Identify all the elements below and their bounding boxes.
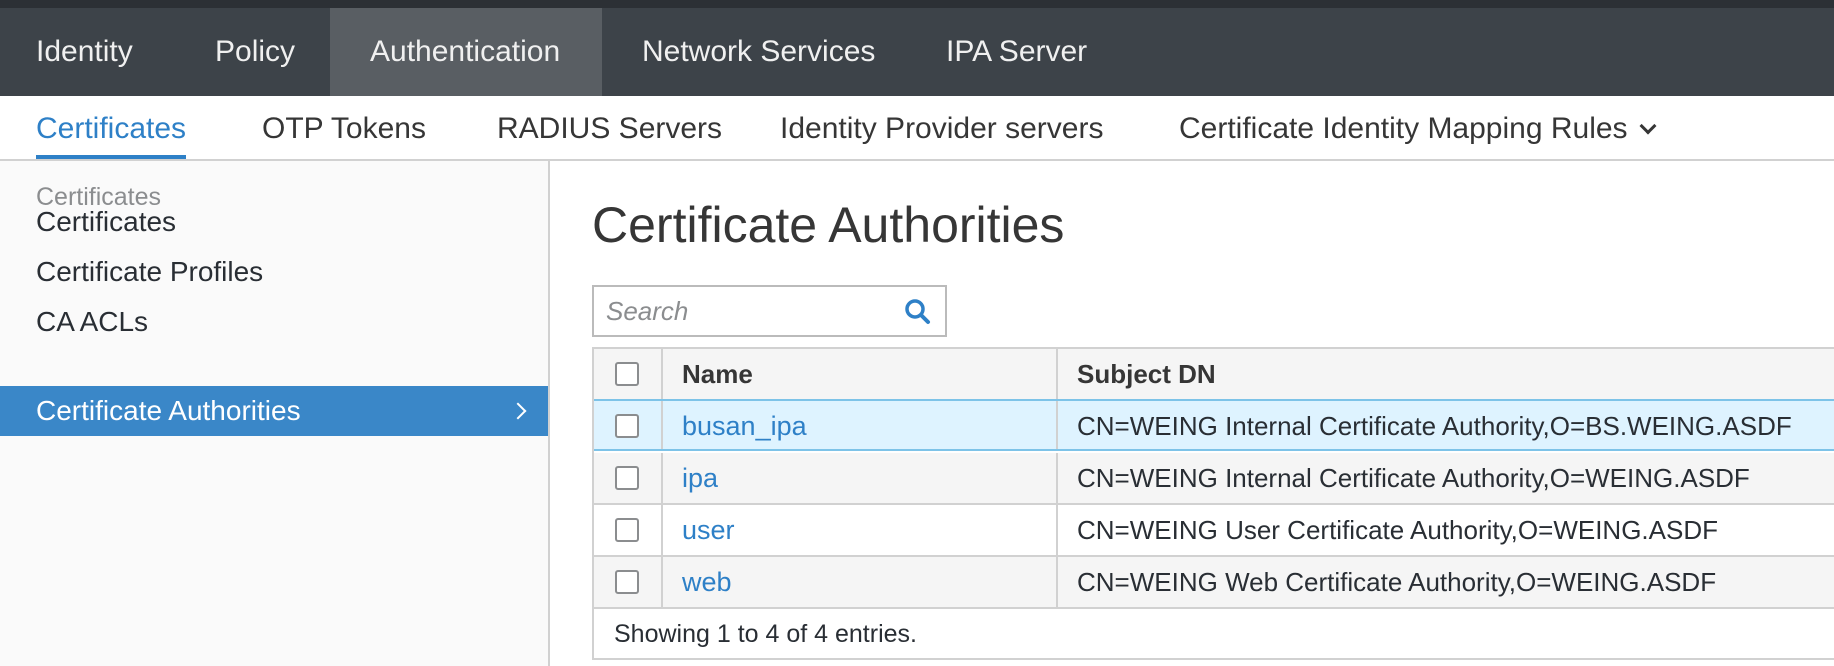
table-header: Name Subject DN: [594, 349, 1834, 401]
topnav-authentication[interactable]: Authentication: [330, 8, 602, 96]
table-row[interactable]: busan_ipa CN=WEING Internal Certificate …: [594, 399, 1834, 451]
ca-subject-dn: CN=WEING Web Certificate Authority,O=WEI…: [1077, 567, 1717, 597]
column-divider: [661, 505, 663, 555]
subnav-radius-servers[interactable]: RADIUS Servers: [497, 96, 722, 159]
sidebar-item-certificates[interactable]: Certificates: [0, 197, 548, 247]
chevron-down-icon: [1639, 117, 1657, 135]
table-footer-summary: Showing 1 to 4 of 4 entries.: [614, 620, 917, 648]
ca-name-link[interactable]: busan_ipa: [682, 401, 807, 451]
row-checkbox[interactable]: [615, 570, 639, 594]
ca-name-link[interactable]: user: [682, 505, 735, 555]
topnav-ipa-server[interactable]: IPA Server: [946, 8, 1087, 96]
page-title: Certificate Authorities: [592, 197, 1065, 253]
row-checkbox[interactable]: [615, 466, 639, 490]
search-box: [592, 285, 947, 337]
ca-subject-dn: CN=WEING Internal Certificate Authority,…: [1077, 463, 1750, 493]
sidebar: Certificates Certificates Certificate Pr…: [0, 161, 550, 666]
column-header-subject-dn[interactable]: Subject DN: [1077, 349, 1216, 399]
sidebar-item-certificate-authorities[interactable]: Certificate Authorities: [0, 386, 548, 436]
certificate-authorities-table: Name Subject DN busan_ipa CN=WEING Inter…: [592, 347, 1834, 660]
subnav-mapping-rules-label: Certificate Identity Mapping Rules: [1179, 112, 1628, 145]
table-row[interactable]: user CN=WEING User Certificate Authority…: [594, 505, 1834, 557]
subnav-certificate-identity-mapping-rules[interactable]: Certificate Identity Mapping Rules: [1179, 96, 1657, 159]
search-input[interactable]: [594, 287, 894, 335]
chevron-right-icon: [509, 402, 527, 420]
sub-navigation: Certificates OTP Tokens RADIUS Servers I…: [0, 96, 1834, 161]
column-divider: [1056, 557, 1058, 607]
topnav-network-services[interactable]: Network Services: [642, 8, 875, 96]
column-header-name[interactable]: Name: [682, 349, 753, 399]
table-row[interactable]: web CN=WEING Web Certificate Authority,O…: [594, 557, 1834, 609]
column-divider: [661, 453, 663, 503]
ca-name-link[interactable]: web: [682, 557, 732, 607]
subnav-identity-provider-servers[interactable]: Identity Provider servers: [780, 96, 1103, 159]
sidebar-item-ca-acls[interactable]: CA ACLs: [0, 297, 548, 347]
top-navigation: Identity Policy Authentication Network S…: [0, 0, 1834, 96]
column-divider: [1056, 453, 1058, 503]
select-all-checkbox[interactable]: [615, 362, 639, 386]
topnav-identity[interactable]: Identity: [36, 8, 133, 96]
column-divider: [1056, 401, 1058, 449]
subnav-certificates[interactable]: Certificates: [36, 96, 187, 159]
column-divider: [661, 557, 663, 607]
table-row[interactable]: ipa CN=WEING Internal Certificate Author…: [594, 453, 1834, 505]
subnav-otp-tokens[interactable]: OTP Tokens: [262, 96, 426, 159]
sidebar-item-certificate-profiles[interactable]: Certificate Profiles: [0, 247, 548, 297]
row-checkbox[interactable]: [615, 518, 639, 542]
topnav-policy[interactable]: Policy: [215, 8, 295, 96]
search-icon[interactable]: [903, 297, 931, 325]
ca-subject-dn: CN=WEING Internal Certificate Authority,…: [1077, 411, 1792, 441]
row-checkbox[interactable]: [615, 414, 639, 438]
column-divider: [1056, 505, 1058, 555]
ca-name-link[interactable]: ipa: [682, 453, 718, 503]
ca-subject-dn: CN=WEING User Certificate Authority,O=WE…: [1077, 515, 1718, 545]
column-divider: [1056, 349, 1058, 399]
sidebar-item-label: Certificate Authorities: [36, 395, 301, 426]
column-divider: [661, 349, 663, 399]
column-divider: [661, 401, 663, 449]
